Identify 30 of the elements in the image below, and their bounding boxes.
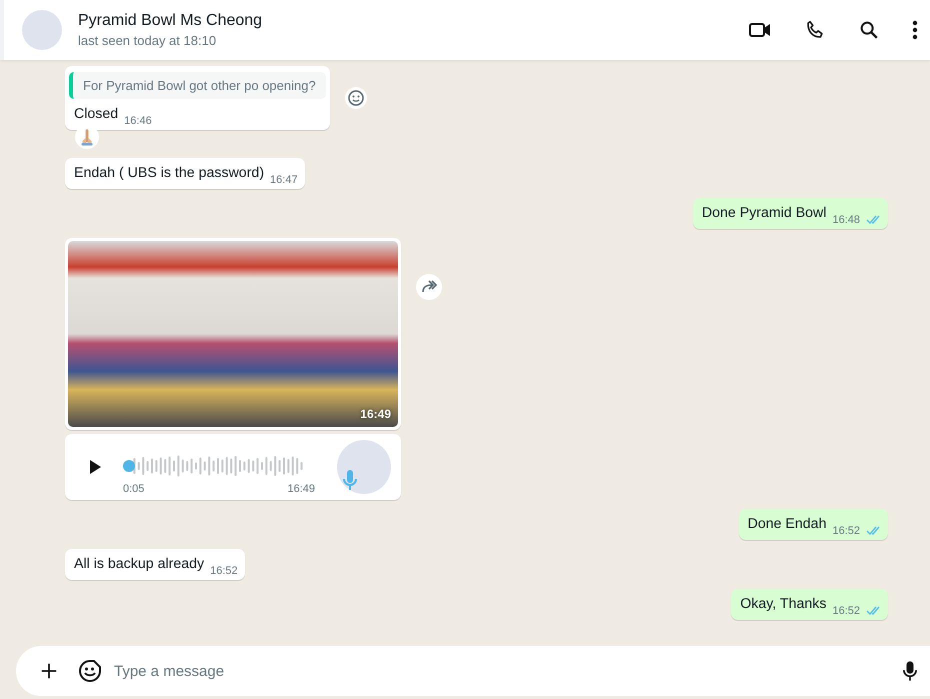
last-seen-status: last seen today at 18:10 <box>78 33 218 48</box>
contact-name[interactable]: Pyramid Bowl Ms Cheong <box>78 12 748 30</box>
forward-icon[interactable] <box>415 272 443 300</box>
message-time: 16:52 <box>832 525 860 537</box>
message-text: Okay, Thanks <box>740 595 826 614</box>
quoted-message[interactable]: For Pyramid Bowl got other po opening? <box>69 72 326 99</box>
message-text: Closed <box>74 105 118 124</box>
message-time: 16:52 <box>832 605 860 617</box>
microphone-icon[interactable] <box>903 660 917 682</box>
search-icon[interactable] <box>858 19 880 41</box>
voice-duration: 0:05 <box>123 483 144 495</box>
menu-icon[interactable] <box>912 20 918 40</box>
message-text: Done Pyramid Bowl <box>702 204 826 223</box>
message-input-field[interactable]: Type a message <box>16 646 930 696</box>
play-icon[interactable] <box>89 459 101 475</box>
playback-slider-thumb[interactable] <box>123 460 135 472</box>
message-text: All is backup already <box>74 555 204 574</box>
microphone-icon <box>343 470 357 490</box>
emoji-react-icon[interactable] <box>344 86 368 110</box>
sticker-icon[interactable] <box>78 659 102 683</box>
message-time: 16:49 <box>287 483 315 495</box>
message-text: Done Endah <box>748 515 826 534</box>
message-time: 16:52 <box>210 565 238 577</box>
message-time: 16:48 <box>832 214 860 226</box>
message-time: 16:46 <box>124 115 152 127</box>
plus-icon[interactable] <box>40 662 58 680</box>
message-time: 16:47 <box>270 174 298 186</box>
message-time: 16:49 <box>360 407 391 421</box>
message-text: Endah ( UBS is the password) <box>74 164 264 183</box>
photo-placeholder[interactable]: 16:49 <box>68 241 398 427</box>
